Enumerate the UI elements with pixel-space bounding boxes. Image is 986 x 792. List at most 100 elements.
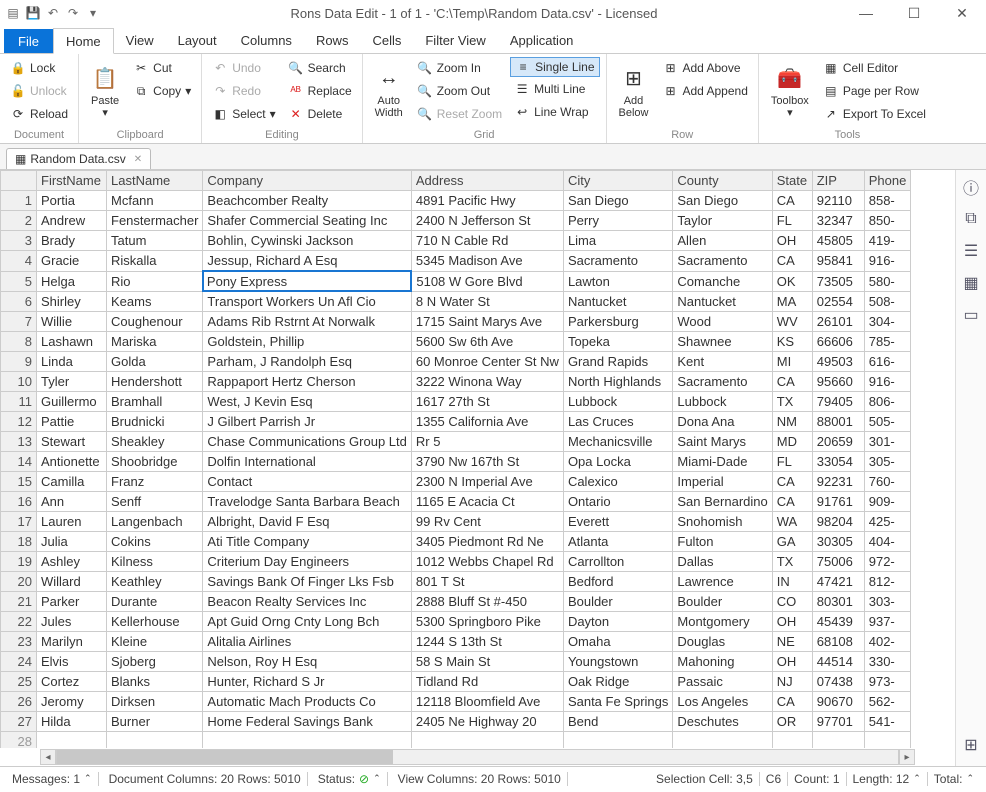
cell[interactable]: 5108 W Gore Blvd [411,271,563,291]
cell[interactable]: Shafer Commercial Seating Inc [203,211,411,231]
cell[interactable]: San Diego [563,191,672,211]
row-header[interactable]: 27 [1,712,37,732]
menu-tab-layout[interactable]: Layout [166,28,229,53]
cell[interactable]: Mahoning [673,652,772,672]
row-header[interactable]: 5 [1,271,37,291]
cell[interactable]: Kent [673,352,772,372]
cell[interactable]: 12118 Bloomfield Ave [411,692,563,712]
cell[interactable]: Guillermo [37,392,107,412]
cell[interactable]: Ashley [37,552,107,572]
cell[interactable]: 92231 [812,472,864,492]
row-header[interactable]: 16 [1,492,37,512]
cell[interactable]: CA [772,191,812,211]
cell[interactable]: 32347 [812,211,864,231]
cell[interactable]: Boulder [563,592,672,612]
cell[interactable]: MA [772,291,812,312]
cell[interactable]: 73505 [812,271,864,291]
cell[interactable]: Comanche [673,271,772,291]
cell[interactable]: Automatic Mach Products Co [203,692,411,712]
cell[interactable]: 5345 Madison Ave [411,251,563,272]
cell[interactable]: 541- [864,712,911,732]
cell[interactable]: 785- [864,332,911,352]
cell[interactable]: Sacramento [673,372,772,392]
cell[interactable]: Fenstermacher [107,211,203,231]
corner-cell[interactable] [1,171,37,191]
minimize-button[interactable]: — [846,3,886,23]
column-header[interactable]: LastName [107,171,203,191]
cell[interactable]: Apt Guid Orng Cnty Long Bch [203,612,411,632]
cell[interactable]: 75006 [812,552,864,572]
cell[interactable]: Youngstown [563,652,672,672]
cell[interactable]: OR [772,712,812,732]
table-row[interactable]: 12PattieBrudnickiJ Gilbert Parrish Jr135… [1,412,911,432]
cell[interactable]: Linda [37,352,107,372]
cell[interactable]: Contact [203,472,411,492]
cell[interactable]: 33054 [812,452,864,472]
table-row[interactable]: 15CamillaFranzContact2300 N Imperial Ave… [1,472,911,492]
cell[interactable]: Pattie [37,412,107,432]
info-icon[interactable]: ⓘ [960,176,982,198]
cell[interactable]: Lubbock [673,392,772,412]
cell[interactable]: Camilla [37,472,107,492]
cell[interactable]: Andrew [37,211,107,231]
row-header[interactable]: 15 [1,472,37,492]
cell[interactable]: 806- [864,392,911,412]
file-menu[interactable]: File [4,29,53,53]
cell[interactable]: Allen [673,231,772,251]
cell[interactable]: Rio [107,271,203,291]
replace-button[interactable]: ᴬᴮReplace [284,80,356,102]
cell[interactable]: 30305 [812,532,864,552]
cell[interactable]: 2400 N Jefferson St [411,211,563,231]
row-header[interactable]: 10 [1,372,37,392]
cell[interactable]: 508- [864,291,911,312]
table-row[interactable]: 18JuliaCokinsAti Title Company3405 Piedm… [1,532,911,552]
cut-button[interactable]: ✂Cut [129,57,195,79]
cell[interactable]: Perry [563,211,672,231]
cell[interactable]: 45805 [812,231,864,251]
row-header[interactable]: 25 [1,672,37,692]
resetzoom-button[interactable]: 🔍Reset Zoom [413,103,506,125]
cell[interactable]: Omaha [563,632,672,652]
row-header[interactable]: 18 [1,532,37,552]
file-tab[interactable]: ▦ Random Data.csv ✕ [6,148,151,169]
column-header[interactable]: County [673,171,772,191]
save-icon[interactable]: 💾 [24,4,42,22]
cell[interactable]: Imperial [673,472,772,492]
redo-qat-icon[interactable]: ↷ [64,4,82,22]
cell[interactable]: Nantucket [673,291,772,312]
column-header[interactable]: City [563,171,672,191]
scroll-left-icon[interactable]: ◂ [40,749,56,765]
row-header[interactable]: 24 [1,652,37,672]
cell[interactable]: WV [772,312,812,332]
cell[interactable]: CO [772,592,812,612]
row-header[interactable]: 26 [1,692,37,712]
cell[interactable]: Kilness [107,552,203,572]
row-header[interactable]: 14 [1,452,37,472]
table-row[interactable]: 24ElvisSjobergNelson, Roy H Esq58 S Main… [1,652,911,672]
cell[interactable]: 301- [864,432,911,452]
addappend-button[interactable]: ⊞Add Append [658,80,751,102]
cell[interactable]: Cortez [37,672,107,692]
cell[interactable]: Parker [37,592,107,612]
scroll-thumb[interactable] [57,750,393,764]
cell[interactable]: 02554 [812,291,864,312]
cell[interactable]: Beachcomber Realty [203,191,411,211]
cell[interactable]: NE [772,632,812,652]
cell[interactable]: Dolfin International [203,452,411,472]
status-messages[interactable]: Messages: 1 ⌃ [6,772,99,786]
cell[interactable]: Ontario [563,492,672,512]
cell[interactable]: Jules [37,612,107,632]
cell[interactable]: 79405 [812,392,864,412]
cell[interactable]: Tyler [37,372,107,392]
cell[interactable]: Marilyn [37,632,107,652]
cell[interactable]: Senff [107,492,203,512]
cell[interactable]: Sjoberg [107,652,203,672]
cell[interactable]: 1617 27th St [411,392,563,412]
cell[interactable]: OH [772,612,812,632]
cell[interactable]: 1715 Saint Marys Ave [411,312,563,332]
row-header[interactable]: 6 [1,291,37,312]
undo-button[interactable]: ↶Undo [208,57,279,79]
cell[interactable]: Alitalia Airlines [203,632,411,652]
cell[interactable]: 916- [864,251,911,272]
select-button[interactable]: ◧Select ▾ [208,103,279,125]
